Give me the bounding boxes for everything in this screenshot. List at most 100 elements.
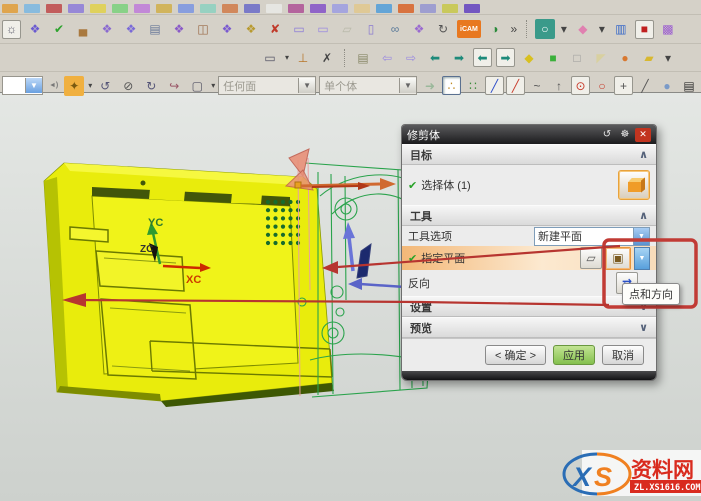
tool-option-dropdown[interactable]: 新建平面 ▼ xyxy=(534,227,650,246)
green-cube-icon[interactable]: ■ xyxy=(543,48,563,68)
selection-scope-combo[interactable]: 单个体 ▼ xyxy=(319,76,417,95)
more-dd-icon[interactable]: ▾ xyxy=(663,48,673,68)
ok-button[interactable]: < 确定 > xyxy=(485,345,546,365)
snap-arc-center-icon[interactable]: ⊙ xyxy=(571,76,590,95)
clipboard-icon[interactable]: ▤ xyxy=(679,76,699,96)
snap-curve-icon[interactable]: ~ xyxy=(527,76,547,96)
flashlight-icon[interactable]: ◤ xyxy=(591,48,611,68)
clipped-icon-22[interactable] xyxy=(464,4,480,13)
plane-method-dropdown-icon[interactable]: ▼ xyxy=(634,247,650,270)
undo-icon[interactable]: ↺ xyxy=(95,76,115,96)
component-flag-icon[interactable]: ❖ xyxy=(97,19,117,39)
snap-endpoint-icon[interactable]: ╱ xyxy=(485,76,504,95)
snap-circle-icon[interactable]: ○ xyxy=(592,76,612,96)
cancel-button[interactable]: 取消 xyxy=(602,345,644,365)
dialog-settings-gear-icon[interactable]: ☸ xyxy=(617,128,633,142)
icam-tile-icon[interactable]: iCAM xyxy=(457,20,481,38)
plane-method-button[interactable]: ▣ xyxy=(605,247,631,270)
sheet-icon[interactable]: ▭ xyxy=(260,48,280,68)
component-copy-icon[interactable]: ❖ xyxy=(121,19,141,39)
clipped-icon-13[interactable] xyxy=(266,4,282,13)
dialog-rollup-icon[interactable]: ↺ xyxy=(599,128,615,142)
plane-dialog-button[interactable]: ▱ xyxy=(580,247,602,269)
flower-pen-icon[interactable]: ❖ xyxy=(409,19,429,39)
clamp-icon[interactable]: ▄ xyxy=(73,19,93,39)
clipped-icon-19[interactable] xyxy=(398,4,414,13)
clipped-icon-12[interactable] xyxy=(244,4,260,13)
component-move-icon[interactable]: ❖ xyxy=(241,19,261,39)
rect-select-icon[interactable]: ▢ xyxy=(187,76,207,96)
settings-group-header[interactable]: 设置 ∨ xyxy=(402,296,656,317)
component-text-icon[interactable]: ❖ xyxy=(217,19,237,39)
csys-xj-icon[interactable]: ✗ xyxy=(317,48,337,68)
clipped-icon-17[interactable] xyxy=(354,4,370,13)
snap-existing-point-icon[interactable]: ∷ xyxy=(463,76,483,96)
page-purple-icon[interactable]: ▯ xyxy=(361,19,381,39)
preferences-star-icon-dropdown[interactable]: ▾ xyxy=(88,81,92,90)
collapse-up-icon[interactable]: ∧ xyxy=(639,209,648,222)
ghost-cube-icon[interactable]: □ xyxy=(567,48,587,68)
clipped-icon-7[interactable] xyxy=(134,4,150,13)
component-faded-icon[interactable]: ▱ xyxy=(337,19,357,39)
note-page-icon[interactable]: ▤ xyxy=(353,48,373,68)
collapse-up-icon[interactable]: ∧ xyxy=(639,148,648,161)
clipped-icon-11[interactable] xyxy=(222,4,238,13)
speaker-icon[interactable]: ◄) xyxy=(46,77,61,95)
component-page-icon[interactable]: ▭ xyxy=(289,19,309,39)
view-style-combo[interactable]: ▼ xyxy=(2,76,43,95)
gift-box-icon[interactable]: ▩ xyxy=(658,19,678,39)
pink-cube-icon[interactable]: ◆ xyxy=(573,19,593,39)
boundary-teal-icon[interactable]: ○ xyxy=(535,19,555,39)
target-group-header[interactable]: 目标 ∧ xyxy=(402,144,656,165)
update-session-icon[interactable]: ↻ xyxy=(433,19,453,39)
analysis-pie-icon[interactable]: ◑ xyxy=(485,19,505,39)
replace-component-icon[interactable]: ◫ xyxy=(193,19,213,39)
preferences-star-icon[interactable]: ✦ xyxy=(64,76,84,96)
snap-point-enable-icon[interactable]: ∴ xyxy=(442,76,461,95)
back-icon[interactable]: ⬅ xyxy=(425,48,445,68)
clipped-icon-16[interactable] xyxy=(332,4,348,13)
clipped-icon-3[interactable] xyxy=(46,4,62,13)
tool-group-header[interactable]: 工具 ∧ xyxy=(402,205,656,226)
dialog-close-icon[interactable]: ✕ xyxy=(635,128,651,142)
show-product-icon[interactable]: ◆ xyxy=(519,48,539,68)
type-filter-dropdown-icon[interactable]: ▼ xyxy=(298,78,315,93)
apply-button[interactable]: 应用 xyxy=(553,345,595,365)
overflow-chevron-icon[interactable]: » xyxy=(509,19,519,39)
approve-check-icon[interactable]: ✔ xyxy=(49,19,69,39)
snap-midpoint-icon[interactable]: ╱ xyxy=(506,76,525,95)
forward-page-icon[interactable]: ➡ xyxy=(496,48,515,67)
sheet-icon-dropdown[interactable]: ▾ xyxy=(285,53,289,62)
clipped-icon-4[interactable] xyxy=(68,4,84,13)
rect-select-icon-dropdown[interactable]: ▾ xyxy=(211,81,215,90)
selection-scope-dropdown-icon[interactable]: ▼ xyxy=(399,78,416,93)
forward-icon[interactable]: ➡ xyxy=(449,48,469,68)
redo-icon[interactable]: ↻ xyxy=(141,76,161,96)
snap-intersection-icon[interactable]: ↑ xyxy=(549,76,569,96)
clipped-icon-6[interactable] xyxy=(112,4,128,13)
select-body-button[interactable] xyxy=(618,170,650,200)
snap-sphere-icon[interactable]: ● xyxy=(657,76,677,96)
pink-cube-dd[interactable]: ▾ xyxy=(597,19,607,39)
sphere-cube-icon[interactable]: ● xyxy=(615,48,635,68)
clipped-icon-20[interactable] xyxy=(420,4,436,13)
clipped-icon-18[interactable] xyxy=(376,4,392,13)
folder-yellow-icon[interactable]: ▰ xyxy=(639,48,659,68)
clipped-icon-14[interactable] xyxy=(288,4,304,13)
dialog-titlebar[interactable]: 修剪体 ↺ ☸ ✕ xyxy=(402,125,656,144)
clipped-icon-5[interactable] xyxy=(90,4,106,13)
preview-group-header[interactable]: 预览 ∨ xyxy=(402,317,656,338)
clipped-icon-10[interactable] xyxy=(200,4,216,13)
clipped-icon-21[interactable] xyxy=(442,4,458,13)
snap-tangent-icon[interactable]: ╱ xyxy=(635,76,655,96)
clipped-icon-15[interactable] xyxy=(310,4,326,13)
display-burst-icon[interactable]: ☼ xyxy=(2,20,21,39)
snap-quadrant-icon[interactable]: + xyxy=(614,76,633,95)
tool-option-dropdown-icon[interactable]: ▼ xyxy=(633,228,649,245)
red-cube-framed-icon[interactable]: ■ xyxy=(635,20,654,39)
csys-abs-icon[interactable]: ⊥ xyxy=(293,48,313,68)
no-selection-icon[interactable]: ⊘ xyxy=(118,76,138,96)
collapse-down-icon[interactable]: ∨ xyxy=(639,321,648,334)
component-blue-icon[interactable]: ❖ xyxy=(25,19,45,39)
type-filter-combo[interactable]: 任何面 ▼ xyxy=(218,76,316,95)
